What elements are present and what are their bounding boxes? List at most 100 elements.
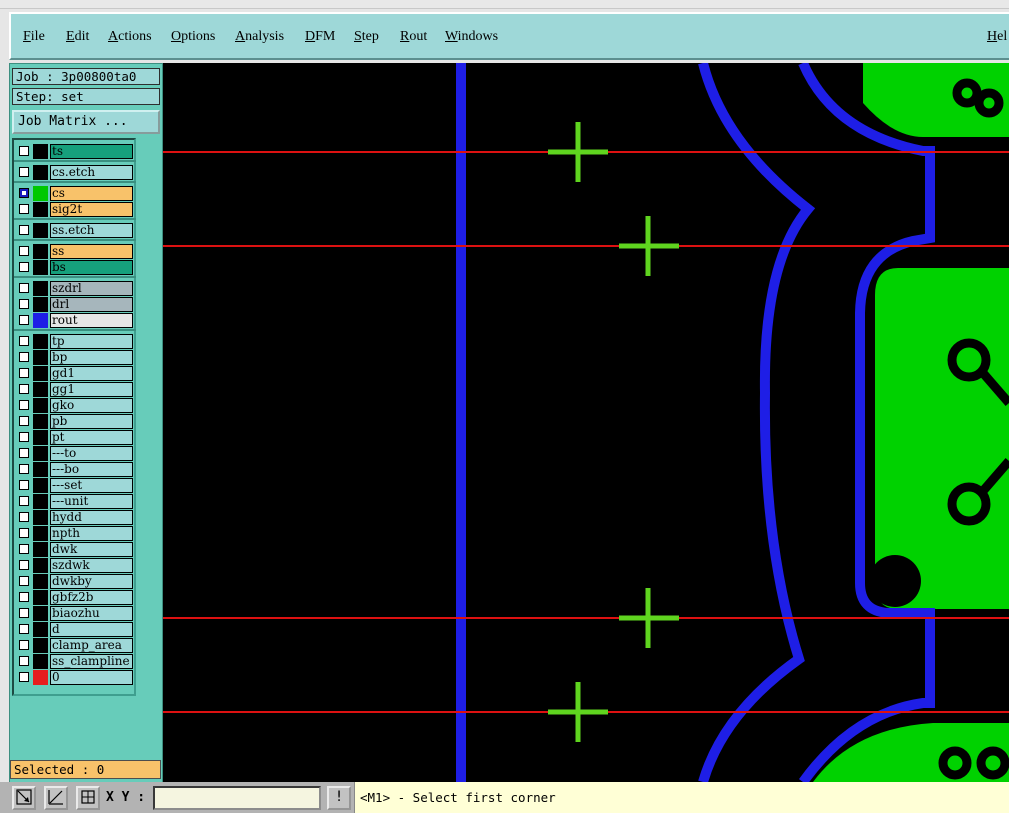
layer-row[interactable]: ss_clampline bbox=[15, 654, 135, 669]
layer-name[interactable]: 0 bbox=[50, 670, 133, 685]
layer-row[interactable]: clamp_area bbox=[15, 638, 135, 653]
layer-row[interactable]: ss bbox=[15, 244, 135, 259]
layer-row[interactable]: ---set bbox=[15, 478, 135, 493]
layer-row[interactable]: 0 bbox=[15, 670, 135, 685]
layer-name[interactable]: ---to bbox=[50, 446, 133, 461]
layer-row[interactable]: ss.etch bbox=[15, 223, 135, 238]
layer-checkbox[interactable] bbox=[19, 480, 29, 490]
layer-name[interactable]: pt bbox=[50, 430, 133, 445]
menu-edit[interactable]: Edit bbox=[66, 29, 89, 45]
layer-name[interactable]: hydd bbox=[50, 510, 133, 525]
layer-checkbox[interactable] bbox=[19, 432, 29, 442]
layer-row[interactable]: sig2t bbox=[15, 202, 135, 217]
layer-name[interactable]: ss_clampline bbox=[50, 654, 133, 669]
layer-name[interactable]: bs bbox=[50, 260, 133, 275]
layer-row[interactable]: ---to bbox=[15, 446, 135, 461]
menu-windows[interactable]: Windows bbox=[445, 29, 498, 45]
layer-checkbox[interactable] bbox=[19, 246, 29, 256]
layer-row[interactable]: cs.etch bbox=[15, 165, 135, 180]
layer-checkbox[interactable] bbox=[19, 656, 29, 666]
layer-row[interactable]: pb bbox=[15, 414, 135, 429]
layer-row[interactable]: gg1 bbox=[15, 382, 135, 397]
zoom-box-icon[interactable] bbox=[12, 786, 36, 810]
layer-checkbox[interactable] bbox=[19, 188, 29, 198]
layer-name[interactable]: gbfz2b bbox=[50, 590, 133, 605]
layer-checkbox[interactable] bbox=[19, 640, 29, 650]
layer-name[interactable]: ---bo bbox=[50, 462, 133, 477]
layer-name[interactable]: sig2t bbox=[50, 202, 133, 217]
layer-checkbox[interactable] bbox=[19, 262, 29, 272]
layer-checkbox[interactable] bbox=[19, 225, 29, 235]
layer-checkbox[interactable] bbox=[19, 496, 29, 506]
layer-name[interactable]: bp bbox=[50, 350, 133, 365]
layer-checkbox[interactable] bbox=[19, 672, 29, 682]
layer-checkbox[interactable] bbox=[19, 464, 29, 474]
layer-row[interactable]: cs bbox=[15, 186, 135, 201]
measure-icon[interactable] bbox=[44, 786, 68, 810]
layer-checkbox[interactable] bbox=[19, 416, 29, 426]
layer-name[interactable]: ts bbox=[50, 144, 133, 159]
layer-name[interactable]: cs.etch bbox=[50, 165, 133, 180]
layer-name[interactable]: ---set bbox=[50, 478, 133, 493]
layer-name[interactable]: szdrl bbox=[50, 281, 133, 296]
layer-row[interactable]: drl bbox=[15, 297, 135, 312]
layer-checkbox[interactable] bbox=[19, 528, 29, 538]
layer-name[interactable]: gd1 bbox=[50, 366, 133, 381]
layer-name[interactable]: szdwk bbox=[50, 558, 133, 573]
grid-icon[interactable] bbox=[76, 786, 100, 810]
layer-row[interactable]: ts bbox=[15, 144, 135, 159]
layer-row[interactable]: bp bbox=[15, 350, 135, 365]
layer-checkbox[interactable] bbox=[19, 146, 29, 156]
xy-input[interactable] bbox=[153, 786, 321, 810]
layer-row[interactable]: szdwk bbox=[15, 558, 135, 573]
layer-row[interactable]: biaozhu bbox=[15, 606, 135, 621]
layer-checkbox[interactable] bbox=[19, 283, 29, 293]
layer-checkbox[interactable] bbox=[19, 400, 29, 410]
layer-name[interactable]: pb bbox=[50, 414, 133, 429]
menu-dfm[interactable]: DFM bbox=[305, 29, 335, 45]
layer-checkbox[interactable] bbox=[19, 336, 29, 346]
layer-checkbox[interactable] bbox=[19, 544, 29, 554]
layer-checkbox[interactable] bbox=[19, 512, 29, 522]
layer-checkbox[interactable] bbox=[19, 592, 29, 602]
layer-name[interactable]: clamp_area bbox=[50, 638, 133, 653]
layer-row[interactable]: npth bbox=[15, 526, 135, 541]
layer-row[interactable]: gd1 bbox=[15, 366, 135, 381]
layer-row[interactable]: ---unit bbox=[15, 494, 135, 509]
layer-row[interactable]: gbfz2b bbox=[15, 590, 135, 605]
alert-icon[interactable]: ! bbox=[327, 786, 351, 810]
layer-checkbox[interactable] bbox=[19, 167, 29, 177]
layer-name[interactable]: npth bbox=[50, 526, 133, 541]
layer-row[interactable]: rout bbox=[15, 313, 135, 328]
job-matrix-button[interactable]: Job Matrix ... bbox=[12, 110, 160, 134]
layer-checkbox[interactable] bbox=[19, 624, 29, 634]
layer-name[interactable]: ---unit bbox=[50, 494, 133, 509]
graphics-canvas[interactable] bbox=[163, 63, 1009, 782]
menu-actions[interactable]: Actions bbox=[108, 29, 152, 45]
layer-row[interactable]: bs bbox=[15, 260, 135, 275]
layer-row[interactable]: tp bbox=[15, 334, 135, 349]
layer-checkbox[interactable] bbox=[19, 576, 29, 586]
layer-row[interactable]: hydd bbox=[15, 510, 135, 525]
layer-row[interactable]: gko bbox=[15, 398, 135, 413]
menu-options[interactable]: Options bbox=[171, 29, 215, 45]
layer-row[interactable]: d bbox=[15, 622, 135, 637]
layer-row[interactable]: dwkby bbox=[15, 574, 135, 589]
layer-checkbox[interactable] bbox=[19, 448, 29, 458]
layer-name[interactable]: drl bbox=[50, 297, 133, 312]
menu-file[interactable]: File bbox=[23, 29, 45, 45]
layer-name[interactable]: cs bbox=[50, 186, 133, 201]
layer-checkbox[interactable] bbox=[19, 315, 29, 325]
layer-name[interactable]: d bbox=[50, 622, 133, 637]
layer-name[interactable]: dwk bbox=[50, 542, 133, 557]
menu-help[interactable]: Hel bbox=[987, 29, 1007, 45]
layer-name[interactable]: gko bbox=[50, 398, 133, 413]
layer-row[interactable]: dwk bbox=[15, 542, 135, 557]
layer-name[interactable]: ss bbox=[50, 244, 133, 259]
layer-name[interactable]: biaozhu bbox=[50, 606, 133, 621]
layer-name[interactable]: tp bbox=[50, 334, 133, 349]
layer-checkbox[interactable] bbox=[19, 204, 29, 214]
menu-rout[interactable]: Rout bbox=[400, 29, 427, 45]
menu-step[interactable]: Step bbox=[354, 29, 379, 45]
layer-name[interactable]: rout bbox=[50, 313, 133, 328]
